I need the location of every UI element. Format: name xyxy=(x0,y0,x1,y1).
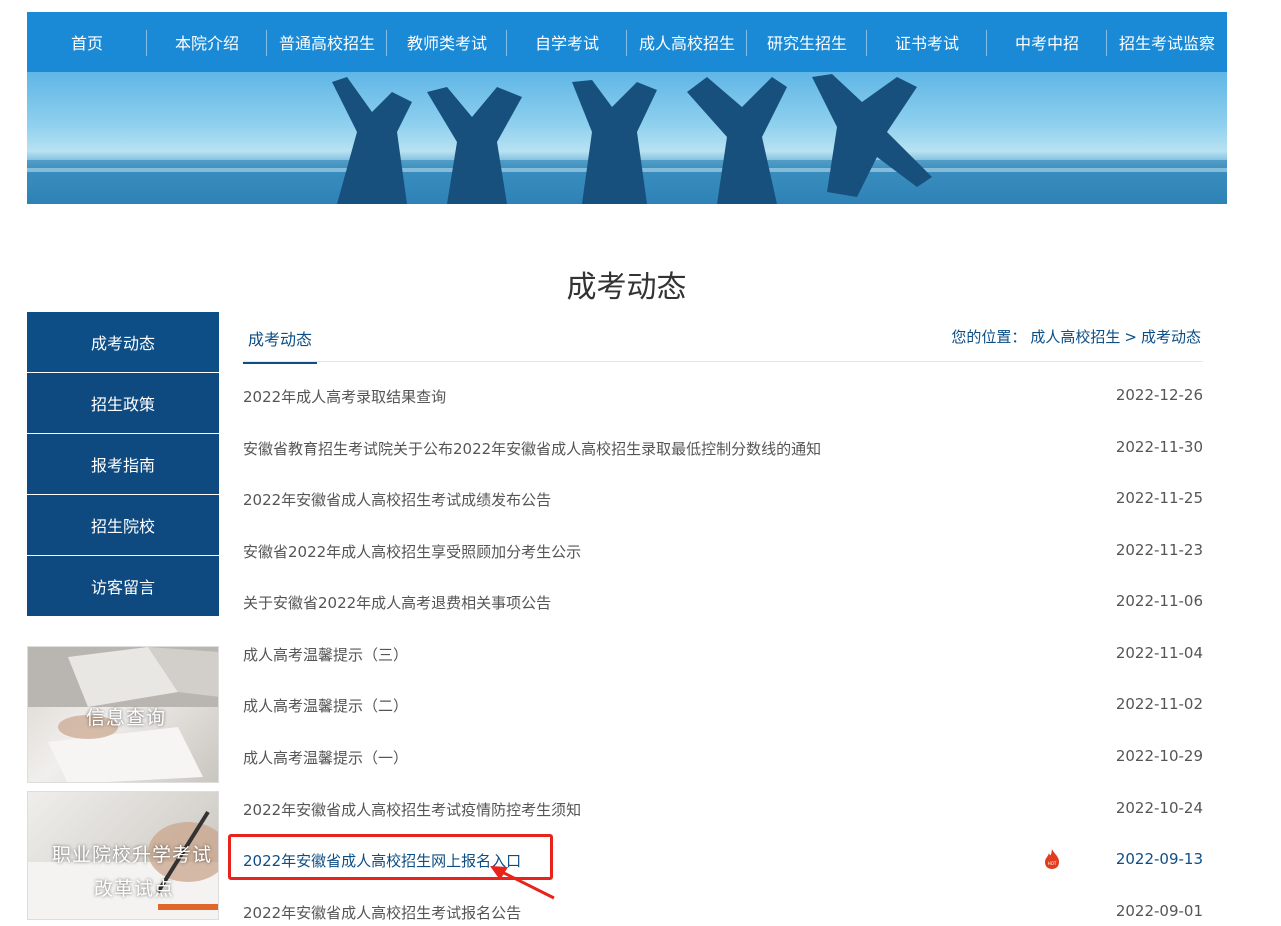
hot-badge-text: HOT xyxy=(1048,861,1057,866)
sidebar-item-colleges[interactable]: 招生院校 xyxy=(27,495,219,555)
top-nav: 首页 本院介绍 普通高校招生 教师类考试 自学考试 成人高校招生 研究生招生 证… xyxy=(27,12,1227,72)
info-query-banner[interactable]: 信息查询 xyxy=(27,646,219,783)
nav-exam-supervision[interactable]: 招生考试监察 xyxy=(1107,12,1227,72)
nav-label: 研究生招生 xyxy=(766,34,847,53)
news-title-link[interactable]: 成人高考温馨提示（三） xyxy=(243,644,408,665)
breadcrumb-label: 您的位置： xyxy=(951,328,1027,346)
nav-general-admission[interactable]: 普通高校招生 xyxy=(267,12,387,72)
breadcrumb-current-link[interactable]: 成考动态 xyxy=(1141,328,1201,346)
news-item[interactable]: 2022年安徽省成人高校招生考试报名公告 2022-09-01 xyxy=(243,902,1203,926)
sidebar-item-label: 招生政策 xyxy=(90,395,155,414)
news-tab-bar: 成考动态 您的位置： 成人高校招生 > 成考动态 xyxy=(243,312,1203,364)
nav-graduate-admission[interactable]: 研究生招生 xyxy=(747,12,867,72)
news-date: 2022-11-06 xyxy=(1115,592,1203,610)
info-query-label: 信息查询 xyxy=(86,707,167,729)
news-date: 2022-11-02 xyxy=(1115,695,1203,713)
news-panel: 成考动态 您的位置： 成人高校招生 > 成考动态 xyxy=(243,312,1203,364)
news-title-link[interactable]: 成人高考温馨提示（一） xyxy=(243,747,408,768)
sidebar: 成考动态 招生政策 报考指南 招生院校 访客留言 xyxy=(27,312,219,617)
news-item[interactable]: 成人高考温馨提示（三） 2022-11-04 xyxy=(243,644,1203,668)
nav-label: 首页 xyxy=(70,34,103,53)
news-date: 2022-11-23 xyxy=(1115,541,1203,559)
nav-label: 招生考试监察 xyxy=(1118,34,1215,53)
breadcrumb-parent-link[interactable]: 成人高校招生 xyxy=(1030,328,1120,346)
news-item[interactable]: 关于安徽省2022年成人高考退费相关事项公告 2022-11-06 xyxy=(243,592,1203,616)
news-item[interactable]: 成人高考温馨提示（二） 2022-11-02 xyxy=(243,695,1203,719)
graduates-silhouette-image xyxy=(27,74,1227,204)
news-title-link[interactable]: 2022年安徽省成人高校招生考试成绩发布公告 xyxy=(243,489,551,510)
news-title-link[interactable]: 2022年安徽省成人高校招生考试疫情防控考生须知 xyxy=(243,799,581,820)
nav-label: 自学考试 xyxy=(534,34,599,53)
nav-certificate-exam[interactable]: 证书考试 xyxy=(867,12,987,72)
news-item[interactable]: 安徽省教育招生考试院关于公布2022年安徽省成人高校招生录取最低控制分数线的通知… xyxy=(243,438,1203,462)
nav-self-study-exam[interactable]: 自学考试 xyxy=(507,12,627,72)
news-item[interactable]: 2022年安徽省成人高校招生考试疫情防控考生须知 2022-10-24 xyxy=(243,799,1203,823)
news-item[interactable]: 2022年安徽省成人高校招生考试成绩发布公告 2022-11-25 xyxy=(243,489,1203,513)
news-title-link[interactable]: 关于安徽省2022年成人高考退费相关事项公告 xyxy=(243,592,551,613)
news-title-link[interactable]: 成人高考温馨提示（二） xyxy=(243,695,408,716)
nav-label: 本院介绍 xyxy=(174,34,239,53)
breadcrumb: 您的位置： 成人高校招生 > 成考动态 xyxy=(949,326,1203,347)
nav-about[interactable]: 本院介绍 xyxy=(147,12,267,72)
news-date: 2022-09-13 xyxy=(1115,850,1203,868)
news-item[interactable]: 安徽省2022年成人高校招生享受照顾加分考生公示 2022-11-23 xyxy=(243,541,1203,565)
news-title-link[interactable]: 安徽省2022年成人高校招生享受照顾加分考生公示 xyxy=(243,541,581,562)
nav-label: 成人高校招生 xyxy=(638,34,735,53)
breadcrumb-separator: > xyxy=(1124,328,1137,346)
hero-banner xyxy=(27,72,1227,204)
sidebar-item-label: 成考动态 xyxy=(90,334,155,353)
news-title-link[interactable]: 2022年成人高考录取结果查询 xyxy=(243,386,446,407)
nav-teacher-exam[interactable]: 教师类考试 xyxy=(387,12,507,72)
news-item[interactable]: 成人高考温馨提示（一） 2022-10-29 xyxy=(243,747,1203,771)
vocational-exam-label-line1: 职业院校升学考试 xyxy=(52,844,213,866)
news-date: 2022-09-01 xyxy=(1115,902,1203,920)
nav-home[interactable]: 首页 xyxy=(27,12,147,72)
nav-middle-school-exam[interactable]: 中考中招 xyxy=(987,12,1107,72)
nav-label: 普通高校招生 xyxy=(278,34,375,53)
news-date: 2022-11-04 xyxy=(1115,644,1203,662)
news-item[interactable]: 2022年成人高考录取结果查询 2022-12-26 xyxy=(243,386,1203,410)
nav-label: 中考中招 xyxy=(1014,34,1079,53)
nav-label: 教师类考试 xyxy=(406,34,487,53)
nav-label: 证书考试 xyxy=(894,34,959,53)
news-date: 2022-11-30 xyxy=(1115,438,1203,456)
vocational-exam-label-line2: 改革试点 xyxy=(94,878,175,900)
vocational-exam-banner[interactable]: 职业院校升学考试 改革试点 xyxy=(27,791,219,920)
news-date: 2022-10-24 xyxy=(1115,799,1203,817)
sidebar-item-news[interactable]: 成考动态 xyxy=(27,312,219,372)
sidebar-item-label: 报考指南 xyxy=(90,456,155,475)
news-date: 2022-11-25 xyxy=(1115,489,1203,507)
hot-flame-icon: HOT xyxy=(1045,849,1059,869)
sidebar-item-policy[interactable]: 招生政策 xyxy=(27,373,219,433)
nav-adult-admission[interactable]: 成人高校招生 xyxy=(627,12,747,72)
tab-news[interactable]: 成考动态 xyxy=(243,326,318,364)
sidebar-item-guestbook[interactable]: 访客留言 xyxy=(27,556,219,616)
news-date: 2022-12-26 xyxy=(1115,386,1203,404)
pointer-arrow-icon xyxy=(490,866,555,900)
sidebar-item-label: 招生院校 xyxy=(90,517,155,536)
page-title: 成考动态 xyxy=(566,270,687,305)
news-title-link[interactable]: 安徽省教育招生考试院关于公布2022年安徽省成人高校招生录取最低控制分数线的通知 xyxy=(243,438,821,459)
news-date: 2022-10-29 xyxy=(1115,747,1203,765)
sidebar-item-guide[interactable]: 报考指南 xyxy=(27,434,219,494)
sidebar-item-label: 访客留言 xyxy=(90,578,155,597)
